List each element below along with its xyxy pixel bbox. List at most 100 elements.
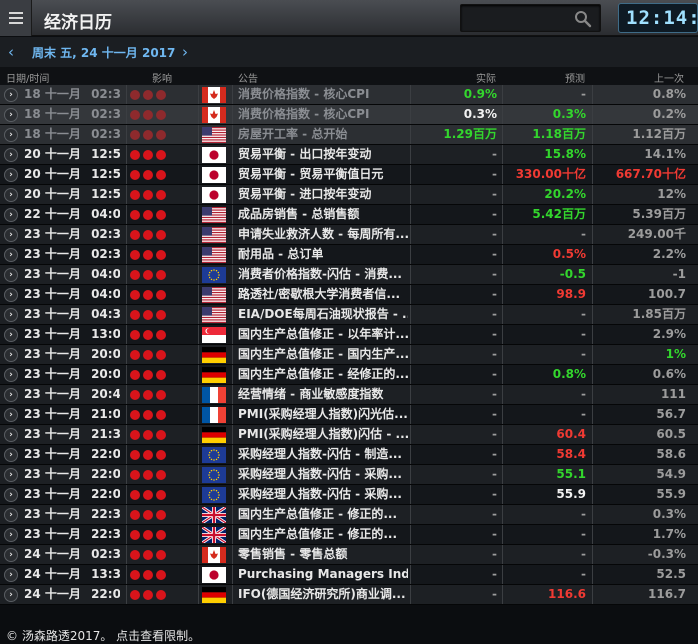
chevron-right-icon[interactable]: › bbox=[4, 128, 18, 142]
table-row[interactable]: › 23 十一月 22:00 采购经理人指数-闪估 - 采购... - 55.9 55.9 bbox=[0, 485, 698, 505]
event-name[interactable]: 申请失业救济人数 - 每周所有... bbox=[238, 225, 408, 244]
event-name[interactable]: 路透社/密歇根大学消费者信... bbox=[238, 285, 408, 304]
chevron-right-icon[interactable]: › bbox=[4, 288, 18, 302]
table-row[interactable]: › 20 十一月 12:50 贸易平衡 - 进口按年变动 - 20.2% 12% bbox=[0, 185, 698, 205]
impact-indicator bbox=[130, 510, 190, 520]
col-impact[interactable]: 影响 bbox=[152, 70, 172, 85]
table-row[interactable]: › 23 十一月 04:00 路透社/密歇根大学消费者信... - 98.9 100.7 bbox=[0, 285, 698, 305]
table-row[interactable]: › 23 十一月 22:30 国内生产总值修正 - 修正的... - - 1.7% bbox=[0, 525, 698, 545]
event-name[interactable]: 贸易平衡 - 出口按年变动 bbox=[238, 145, 408, 164]
table-row[interactable]: › 23 十一月 20:00 国内生产总值修正 - 国内生产... - - 1% bbox=[0, 345, 698, 365]
col-previous[interactable]: 上一次 bbox=[654, 70, 684, 85]
chevron-right-icon[interactable]: › bbox=[4, 88, 18, 102]
event-name[interactable]: 采购经理人指数-闪估 - 采购... bbox=[238, 465, 408, 484]
table-row[interactable]: › 23 十一月 20:45 经营情绪 - 商业敏感度指数 - - 111 bbox=[0, 385, 698, 405]
chevron-right-icon[interactable]: › bbox=[4, 228, 18, 242]
event-name[interactable]: 国内生产总值修正 - 国内生产... bbox=[238, 345, 408, 364]
event-name[interactable]: 国内生产总值修正 - 修正的... bbox=[238, 505, 408, 524]
event-name[interactable]: EIA/DOE每周石油现状报告 - ... bbox=[238, 305, 408, 324]
actual-value: - bbox=[492, 247, 497, 261]
chevron-right-icon[interactable]: › bbox=[4, 168, 18, 182]
event-name[interactable]: 采购经理人指数-闪估 - 采购... bbox=[238, 485, 408, 504]
chevron-right-icon[interactable]: › bbox=[4, 268, 18, 282]
event-name[interactable]: 经营情绪 - 商业敏感度指数 bbox=[238, 385, 408, 404]
event-name[interactable]: 国内生产总值修正 - 修正的... bbox=[238, 525, 408, 544]
table-row[interactable]: › 18 十一月 02:30 消费价格指数 - 核心CPI 0.9% - 0.8% bbox=[0, 85, 698, 105]
event-name[interactable]: IFO(德国经济研究所)商业调... bbox=[238, 585, 408, 604]
menu-icon[interactable] bbox=[0, 0, 32, 36]
copyright-footer[interactable]: © 汤森路透2017。 点击查看限制。 bbox=[0, 624, 698, 644]
col-datetime[interactable]: 日期/时间 bbox=[6, 70, 49, 85]
chevron-right-icon[interactable]: › bbox=[4, 148, 18, 162]
event-name[interactable]: Purchasing Managers Inde... bbox=[238, 565, 408, 584]
search-input[interactable] bbox=[460, 4, 601, 32]
table-row[interactable]: › 23 十一月 22:00 采购经理人指数-闪估 - 制造... - 58.4 58.6 bbox=[0, 445, 698, 465]
event-name[interactable]: 耐用品 - 总订单 bbox=[238, 245, 408, 264]
event-name[interactable]: 消费价格指数 - 核心CPI bbox=[238, 105, 408, 124]
chevron-right-icon[interactable]: › bbox=[4, 468, 18, 482]
next-day-button[interactable]: › bbox=[182, 43, 188, 61]
chevron-right-icon[interactable]: › bbox=[4, 428, 18, 442]
chevron-right-icon[interactable]: › bbox=[4, 388, 18, 402]
col-event[interactable]: 公告 bbox=[238, 70, 258, 85]
chevron-right-icon[interactable]: › bbox=[4, 208, 18, 222]
event-name[interactable]: 房屋开工率 - 总开始 bbox=[238, 125, 408, 144]
table-row[interactable]: › 23 十一月 21:30 PMI(采购经理人指数)闪估 - ... - 60.4 60… bbox=[0, 425, 698, 445]
impact-dot-icon bbox=[143, 510, 153, 520]
table-row[interactable]: › 23 十一月 04:00 消费者价格指数-闪估 - 消费... - -0.5 -1 bbox=[0, 265, 698, 285]
chevron-right-icon[interactable]: › bbox=[4, 508, 18, 522]
row-datetime: 23 十一月 20:00 bbox=[24, 367, 120, 381]
event-name[interactable]: 国内生产总值修正 - 经修正的... bbox=[238, 365, 408, 384]
impact-dot-icon bbox=[130, 90, 140, 100]
event-name[interactable]: 消费者价格指数-闪估 - 消费... bbox=[238, 265, 408, 284]
chevron-right-icon[interactable]: › bbox=[4, 408, 18, 422]
table-row[interactable]: › 24 十一月 22:00 IFO(德国经济研究所)商业调... - 116.6 116… bbox=[0, 585, 698, 605]
table-row[interactable]: › 23 十一月 20:00 国内生产总值修正 - 经修正的... - 0.8% 0.6% bbox=[0, 365, 698, 385]
prev-day-button[interactable]: ‹ bbox=[8, 43, 14, 61]
table-row[interactable]: › 20 十一月 12:50 贸易平衡 - 贸易平衡值日元 - 330.00十亿 667.… bbox=[0, 165, 698, 185]
chevron-right-icon[interactable]: › bbox=[4, 248, 18, 262]
chevron-right-icon[interactable]: › bbox=[4, 448, 18, 462]
table-row[interactable]: › 23 十一月 04:30 EIA/DOE每周石油现状报告 - ... - - 1.85… bbox=[0, 305, 698, 325]
event-name[interactable]: 零售销售 - 零售总额 bbox=[238, 545, 408, 564]
chevron-right-icon[interactable]: › bbox=[4, 588, 18, 602]
impact-dot-icon bbox=[143, 290, 153, 300]
chevron-right-icon[interactable]: › bbox=[4, 328, 18, 342]
event-name[interactable]: 国内生产总值修正 - 以年率计... bbox=[238, 325, 408, 344]
table-row[interactable]: › 18 十一月 02:30 房屋开工率 - 总开始 1.29百万 1.18百万 1.12… bbox=[0, 125, 698, 145]
chevron-right-icon[interactable]: › bbox=[4, 548, 18, 562]
col-forecast[interactable]: 预测 bbox=[565, 70, 585, 85]
table-row[interactable]: › 18 十一月 02:30 消费价格指数 - 核心CPI 0.3% 0.3% 0.2% bbox=[0, 105, 698, 125]
event-name[interactable]: 贸易平衡 - 进口按年变动 bbox=[238, 185, 408, 204]
table-row[interactable]: › 22 十一月 04:00 成品房销售 - 总销售额 - 5.42百万 5.39百万 bbox=[0, 205, 698, 225]
table-row[interactable]: › 23 十一月 13:00 国内生产总值修正 - 以年率计... - - 2.9% bbox=[0, 325, 698, 345]
table-row[interactable]: › 23 十一月 21:00 PMI(采购经理人指数)闪光估... - - 56.7 bbox=[0, 405, 698, 425]
actual-value: - bbox=[492, 407, 497, 421]
event-name[interactable]: 采购经理人指数-闪估 - 制造... bbox=[238, 445, 408, 464]
event-name[interactable]: 成品房销售 - 总销售额 bbox=[238, 205, 408, 224]
event-name[interactable]: PMI(采购经理人指数)闪估 - ... bbox=[238, 425, 408, 444]
chevron-right-icon[interactable]: › bbox=[4, 348, 18, 362]
table-row[interactable]: › 24 十一月 13:30 Purchasing Managers Inde...… bbox=[0, 565, 698, 585]
search-icon[interactable] bbox=[574, 10, 592, 28]
usa-flag-icon bbox=[202, 127, 226, 143]
chevron-right-icon[interactable]: › bbox=[4, 488, 18, 502]
uk-flag-icon bbox=[202, 507, 226, 523]
table-row[interactable]: › 23 十一月 02:30 耐用品 - 总订单 - 0.5% 2.2% bbox=[0, 245, 698, 265]
col-actual[interactable]: 实际 bbox=[476, 70, 496, 85]
table-row[interactable]: › 23 十一月 22:30 国内生产总值修正 - 修正的... - - 0.3% bbox=[0, 505, 698, 525]
chevron-right-icon[interactable]: › bbox=[4, 308, 18, 322]
chevron-right-icon[interactable]: › bbox=[4, 368, 18, 382]
chevron-right-icon[interactable]: › bbox=[4, 108, 18, 122]
table-row[interactable]: › 23 十一月 02:30 申请失业救济人数 - 每周所有... - - 249.00千 bbox=[0, 225, 698, 245]
chevron-right-icon[interactable]: › bbox=[4, 568, 18, 582]
table-row[interactable]: › 20 十一月 12:50 贸易平衡 - 出口按年变动 - 15.8% 14.1% bbox=[0, 145, 698, 165]
table-row[interactable]: › 24 十一月 02:30 零售销售 - 零售总额 - - -0.3% bbox=[0, 545, 698, 565]
row-datetime: 18 十一月 02:30 bbox=[24, 107, 120, 121]
table-row[interactable]: › 23 十一月 22:00 采购经理人指数-闪估 - 采购... - 55.1 54.9 bbox=[0, 465, 698, 485]
event-name[interactable]: 消费价格指数 - 核心CPI bbox=[238, 85, 408, 104]
chevron-right-icon[interactable]: › bbox=[4, 188, 18, 202]
event-name[interactable]: 贸易平衡 - 贸易平衡值日元 bbox=[238, 165, 408, 184]
chevron-right-icon[interactable]: › bbox=[4, 528, 18, 542]
event-name[interactable]: PMI(采购经理人指数)闪光估... bbox=[238, 405, 408, 424]
